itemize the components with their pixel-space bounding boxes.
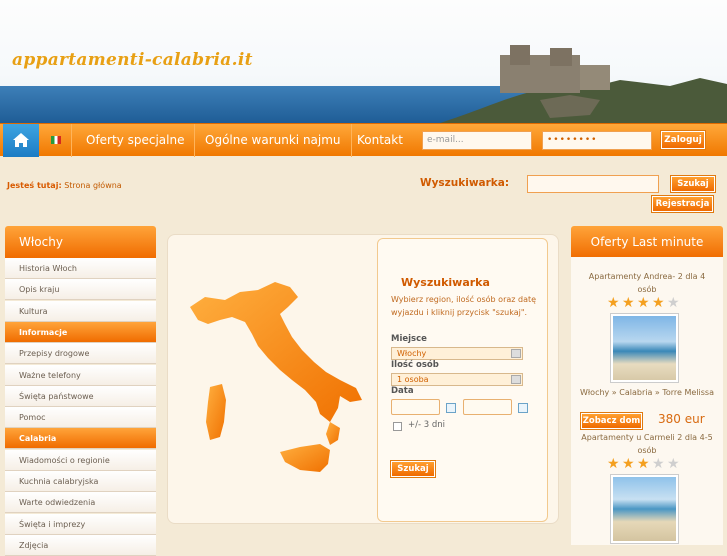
- sidebar-category[interactable]: Calabria: [5, 428, 156, 450]
- date-from-input[interactable]: [391, 399, 440, 415]
- sidebar-item[interactable]: Pomoc: [5, 407, 156, 429]
- persons-label: Ilość osób: [391, 360, 439, 370]
- offer-rating: ★ ★ ★ ★ ★: [607, 296, 687, 310]
- star-icon: ★: [607, 295, 620, 311]
- search-description: Wybierz region, ilość osób oraz datę wyj…: [391, 295, 537, 317]
- sidebar-item[interactable]: Ważne telefony: [5, 364, 156, 386]
- sidebar-title: Włochy: [5, 226, 156, 258]
- sidebar-item[interactable]: Przepisy drogowe: [5, 343, 156, 365]
- main-nav: Oferty specjalne Ogólne warunki najmu Ko…: [0, 123, 727, 157]
- nav-kontakt[interactable]: Kontakt: [347, 124, 413, 157]
- star-icon: ★: [607, 456, 620, 472]
- flex-dates-label: +/- 3 dni: [408, 420, 446, 430]
- sidebar-item[interactable]: Zdjęcia: [5, 534, 156, 556]
- calendar-icon[interactable]: [446, 403, 456, 413]
- place-label: Miejsce: [391, 334, 427, 344]
- beach-photo: [613, 316, 676, 380]
- sidebar-item[interactable]: Kultura: [5, 300, 156, 322]
- site-logo[interactable]: appartamenti-calabria.it: [12, 50, 253, 70]
- sidebar-item[interactable]: Kuchnia calabryjska: [5, 471, 156, 492]
- star-icon: ★: [637, 456, 650, 472]
- italian-flag-icon: [51, 136, 61, 144]
- offer-title[interactable]: Apartamenty Andrea- 2 dla 4 osób: [571, 270, 723, 296]
- login-button[interactable]: Zaloguj: [661, 131, 705, 149]
- sidebar-item[interactable]: Opis kraju: [5, 279, 156, 301]
- dropdown-arrow-icon: [511, 349, 521, 358]
- sidebar-item[interactable]: Historia Włoch: [5, 258, 156, 279]
- dropdown-arrow-icon: [511, 375, 521, 384]
- offer-thumbnail[interactable]: [610, 474, 679, 544]
- flex-dates-checkbox[interactable]: [393, 422, 402, 431]
- top-search-label: Wyszukiwarka:: [420, 177, 510, 189]
- star-icon: ★: [622, 456, 635, 472]
- see-house-button[interactable]: Zobacz dom: [581, 413, 642, 429]
- home-button[interactable]: [3, 124, 39, 157]
- calendar-icon[interactable]: [518, 403, 528, 413]
- sidebar-item[interactable]: Święta państwowe: [5, 385, 156, 407]
- breadcrumb: Jesteś tutaj: Strona główna: [7, 181, 122, 190]
- date-to-input[interactable]: [463, 399, 512, 415]
- nav-oferty-specjalne[interactable]: Oferty specjalne: [76, 124, 196, 157]
- star-icon: ★: [622, 295, 635, 311]
- sidebar-category[interactable]: Informacje: [5, 321, 156, 343]
- site-header: appartamenti-calabria.it: [0, 0, 727, 123]
- email-field[interactable]: e-mail...: [422, 131, 532, 150]
- italy-map[interactable]: [180, 262, 366, 484]
- breadcrumb-label: Jesteś tutaj:: [7, 181, 62, 190]
- top-search-button[interactable]: Szukaj: [671, 176, 715, 192]
- sidebar-item[interactable]: Warte odwiedzenia: [5, 492, 156, 514]
- password-field[interactable]: ••••••••: [542, 131, 652, 150]
- home-icon: [13, 133, 29, 147]
- lastminute-title: Oferty Last minute: [571, 226, 723, 258]
- sidebar-item[interactable]: Święta i imprezy: [5, 513, 156, 535]
- place-select-value: Włochy: [397, 349, 427, 358]
- date-label: Data: [391, 386, 414, 396]
- star-icon: ★: [652, 295, 665, 311]
- search-title: Wyszukiwarka: [401, 276, 490, 289]
- offer-price: 380 eur: [658, 412, 705, 426]
- italian-flag-button[interactable]: [39, 124, 72, 157]
- star-icon: ★: [652, 456, 665, 472]
- beach-photo: [613, 477, 676, 541]
- offer-thumbnail[interactable]: [610, 313, 679, 383]
- star-icon: ★: [667, 456, 680, 472]
- persons-select-value: 1 osoba: [397, 375, 429, 384]
- search-submit-button[interactable]: Szukaj: [391, 461, 435, 477]
- persons-select[interactable]: 1 osoba: [391, 373, 523, 386]
- top-search-input[interactable]: [527, 175, 659, 193]
- breadcrumb-home-link[interactable]: Strona główna: [64, 181, 122, 190]
- place-select[interactable]: Włochy: [391, 347, 523, 360]
- offer-rating: ★ ★ ★ ★ ★: [607, 457, 687, 471]
- nav-warunki-najmu[interactable]: Ogólne warunki najmu: [195, 124, 352, 157]
- offer-title[interactable]: Apartamenty u Carmeli 2 dla 4-5 osób: [571, 431, 723, 457]
- castle-image: [440, 45, 727, 123]
- star-icon: ★: [667, 295, 680, 311]
- offer-location[interactable]: Włochy » Calabria » Torre Melissa: [571, 386, 723, 399]
- sidebar-item[interactable]: Wiadomości o regionie: [5, 449, 156, 471]
- register-button[interactable]: Rejestracja: [652, 196, 713, 212]
- star-icon: ★: [637, 295, 650, 311]
